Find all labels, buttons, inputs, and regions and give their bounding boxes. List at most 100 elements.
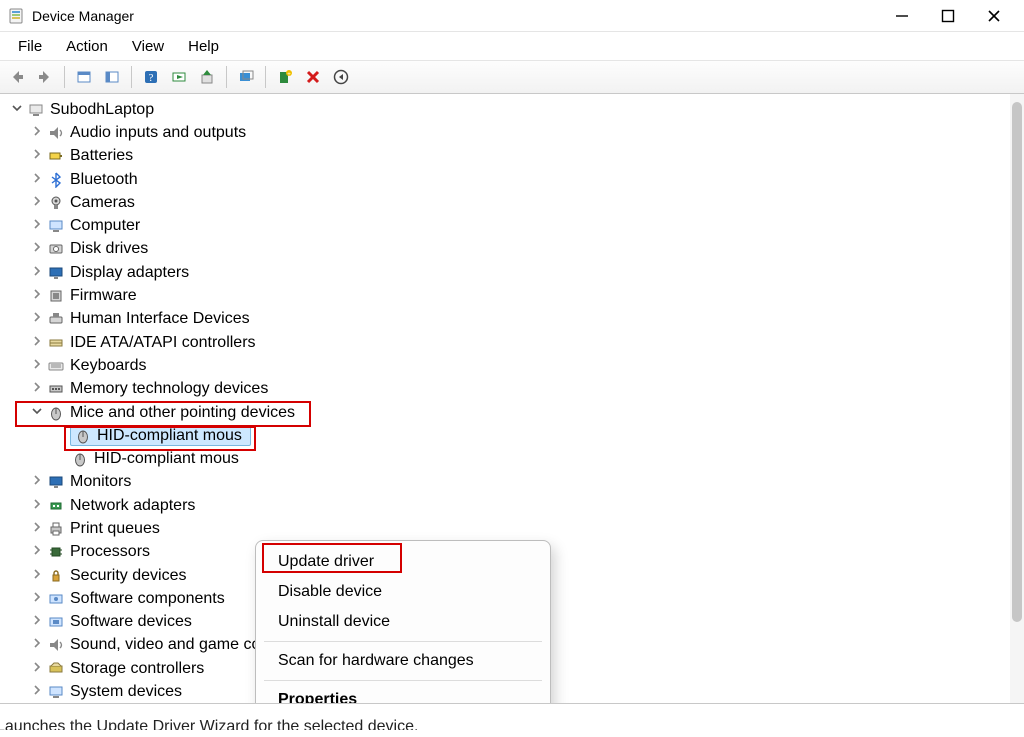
tree-item-label: IDE ATA/ATAPI controllers	[70, 335, 262, 351]
window-title: Device Manager	[32, 8, 134, 24]
chevron-right-icon[interactable]	[28, 358, 46, 374]
speaker-icon	[46, 636, 66, 654]
chevron-right-icon[interactable]	[28, 288, 46, 304]
tree-category-row[interactable]: Display adapters	[4, 261, 1020, 284]
menu-action[interactable]: Action	[54, 36, 120, 57]
tree-category-row[interactable]: Audio inputs and outputs	[4, 121, 1020, 144]
chevron-down-icon[interactable]	[8, 102, 26, 118]
uninstall-device-button[interactable]	[300, 64, 326, 90]
tree-category-row[interactable]: Network adapters	[4, 494, 1020, 517]
swcomp-icon	[46, 590, 66, 608]
tree-category-row[interactable]: Keyboards	[4, 354, 1020, 377]
chevron-right-icon[interactable]	[28, 637, 46, 653]
tree-item-mouse-1[interactable]: HID-compliant mous	[4, 424, 1020, 447]
tree-category-row[interactable]: Cameras	[4, 191, 1020, 214]
tree-category-row[interactable]: Batteries	[4, 145, 1020, 168]
close-button[interactable]	[982, 4, 1006, 28]
chevron-down-icon[interactable]	[28, 405, 46, 421]
tree-item-label: Mice and other pointing devices	[70, 405, 301, 421]
window-controls	[890, 4, 1024, 28]
system-icon	[46, 683, 66, 701]
device-manager-icon	[8, 8, 24, 24]
tree-item-label: Bluetooth	[70, 172, 144, 188]
tree-category-row[interactable]: Memory technology devices	[4, 378, 1020, 401]
help-button[interactable]: ?	[138, 64, 164, 90]
tree-item-label: Network adapters	[70, 498, 201, 514]
battery-icon	[46, 147, 66, 165]
context-update-driver[interactable]: Update driver	[256, 547, 550, 577]
minimize-button[interactable]	[890, 4, 914, 28]
mouse-icon	[70, 450, 90, 468]
chevron-right-icon[interactable]	[28, 125, 46, 141]
tree-category-row[interactable]: IDE ATA/ATAPI controllers	[4, 331, 1020, 354]
tree-category-row[interactable]: Firmware	[4, 284, 1020, 307]
tree-item-label: HID-compliant mous	[97, 428, 248, 444]
chevron-right-icon[interactable]	[28, 265, 46, 281]
titlebar: Device Manager	[0, 0, 1024, 32]
chevron-right-icon[interactable]	[28, 684, 46, 700]
processor-icon	[46, 543, 66, 561]
tree-category-row[interactable]: Computer	[4, 214, 1020, 237]
chevron-right-icon[interactable]	[28, 148, 46, 164]
tree-root-label: SubodhLaptop	[50, 102, 160, 118]
enable-device-button[interactable]	[328, 64, 354, 90]
tree-item-label: Processors	[70, 544, 156, 560]
tree-item-label: Monitors	[70, 474, 137, 490]
tree-item-mouse-2[interactable]: HID-compliant mous	[4, 447, 1020, 470]
context-uninstall-device[interactable]: Uninstall device	[256, 607, 550, 637]
tree-item-label: Memory technology devices	[70, 381, 274, 397]
menu-file[interactable]: File	[6, 36, 54, 57]
properties-button[interactable]	[71, 64, 97, 90]
disk-icon	[46, 240, 66, 258]
chevron-right-icon[interactable]	[28, 661, 46, 677]
context-properties[interactable]: Properties	[256, 685, 550, 704]
tree-category-row[interactable]: Print queues	[4, 517, 1020, 540]
update-driver-button[interactable]	[194, 64, 220, 90]
chevron-right-icon[interactable]	[28, 544, 46, 560]
scan-hardware-button[interactable]	[166, 64, 192, 90]
chevron-right-icon[interactable]	[28, 498, 46, 514]
context-menu-separator	[264, 680, 542, 681]
chevron-right-icon[interactable]	[28, 381, 46, 397]
add-legacy-hardware-button[interactable]: +	[272, 64, 298, 90]
maximize-button[interactable]	[936, 4, 960, 28]
back-button[interactable]	[4, 64, 30, 90]
chevron-right-icon[interactable]	[28, 335, 46, 351]
bluetooth-icon	[46, 171, 66, 189]
context-scan-hardware[interactable]: Scan for hardware changes	[256, 646, 550, 676]
tree-category-row[interactable]: Human Interface Devices	[4, 308, 1020, 331]
tree-category-row[interactable]: Monitors	[4, 471, 1020, 494]
chevron-right-icon[interactable]	[28, 614, 46, 630]
context-menu-separator	[264, 641, 542, 642]
forward-button[interactable]	[32, 64, 58, 90]
chevron-right-icon[interactable]	[28, 568, 46, 584]
show-hidden-button[interactable]	[233, 64, 259, 90]
chevron-right-icon[interactable]	[28, 474, 46, 490]
tree-item-label: Disk drives	[70, 241, 154, 257]
firmware-icon	[46, 287, 66, 305]
hid-icon	[46, 310, 66, 328]
device-tree-pane: SubodhLaptop Audio inputs and outputs Bat…	[0, 94, 1024, 704]
context-disable-device[interactable]: Disable device	[256, 577, 550, 607]
tree-item-label: Firmware	[70, 288, 143, 304]
menu-help[interactable]: Help	[176, 36, 231, 57]
chevron-right-icon[interactable]	[28, 218, 46, 234]
ide-icon	[46, 334, 66, 352]
tree-item-label: Audio inputs and outputs	[70, 125, 252, 141]
chevron-right-icon[interactable]	[28, 195, 46, 211]
chevron-right-icon[interactable]	[28, 172, 46, 188]
storage-icon	[46, 660, 66, 678]
chevron-right-icon[interactable]	[28, 241, 46, 257]
chevron-right-icon[interactable]	[28, 591, 46, 607]
chevron-right-icon[interactable]	[28, 311, 46, 327]
tree-category-row[interactable]: Disk drives	[4, 238, 1020, 261]
swdev-icon	[46, 613, 66, 631]
tree-root-row[interactable]: SubodhLaptop	[4, 98, 1020, 121]
tree-item-label: Cameras	[70, 195, 141, 211]
menu-view[interactable]: View	[120, 36, 176, 57]
tree-category-row[interactable]: Bluetooth	[4, 168, 1020, 191]
chevron-right-icon[interactable]	[28, 521, 46, 537]
details-pane-button[interactable]	[99, 64, 125, 90]
computer-icon	[26, 101, 46, 119]
tree-category-mice[interactable]: Mice and other pointing devices	[4, 401, 1020, 424]
